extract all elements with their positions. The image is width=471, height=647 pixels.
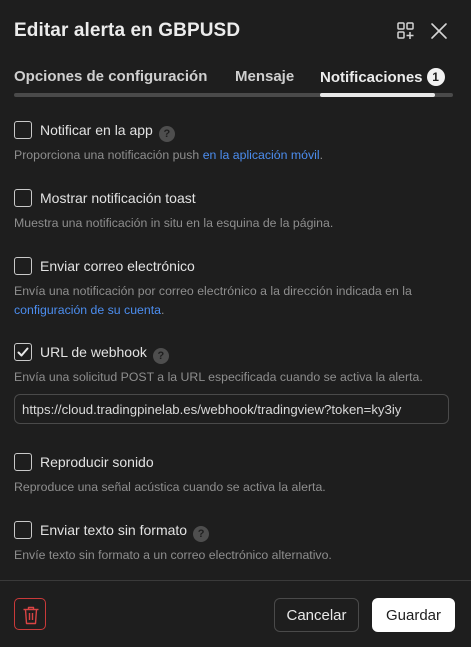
plain-text-label[interactable]: Enviar texto sin formato? (40, 522, 210, 542)
app-notification-label[interactable]: Notificar en la app? (40, 122, 175, 142)
email-label[interactable]: Enviar correo electrónico (40, 258, 195, 274)
email-checkbox[interactable] (14, 257, 32, 275)
option-app-row: Notificar en la app? (14, 121, 454, 142)
option-email-row: Enviar correo electrónico (14, 257, 454, 277)
option-toast-notification: Mostrar notificación toast Muestra una n… (14, 189, 454, 230)
tab-settings[interactable]: Opciones de configuración (14, 68, 207, 85)
tab-bar: Opciones de configuración Mensaje Notifi… (14, 64, 453, 98)
tab-notifications[interactable]: Notificaciones 1 (320, 68, 445, 86)
option-webhook: URL de webhook? Envía una solicitud POST… (14, 343, 454, 424)
trash-icon (23, 606, 39, 625)
close-icon[interactable] (428, 20, 450, 42)
dialog-header: Editar alerta en GBPUSD (14, 0, 457, 64)
add-widget-icon[interactable] (395, 20, 417, 42)
option-email: Enviar correo electrónico Envía una noti… (14, 257, 454, 317)
footer-divider (0, 580, 471, 581)
alert-dialog: Editar alerta en GBPUSD Opciones de conf… (0, 0, 471, 647)
option-plain-text: Enviar texto sin formato? Envíe texto si… (14, 521, 454, 562)
play-sound-checkbox[interactable] (14, 453, 32, 471)
save-button[interactable]: Guardar (372, 598, 455, 632)
option-play-sound: Reproducir sonido Reproduce una señal ac… (14, 453, 454, 494)
plain-text-checkbox[interactable] (14, 521, 32, 539)
option-toast-row: Mostrar notificación toast (14, 189, 454, 209)
option-app-notification: Notificar en la app? Proporciona una not… (14, 121, 454, 162)
webhook-checkbox[interactable] (14, 343, 32, 361)
cancel-button[interactable]: Cancelar (274, 598, 359, 632)
webhook-description: Envía una solicitud POST a la URL especi… (14, 370, 423, 384)
check-icon (17, 347, 29, 357)
mobile-app-link[interactable]: en la aplicación móvil (203, 148, 320, 162)
help-icon[interactable]: ? (193, 526, 210, 542)
tab-message-label: Mensaje (235, 68, 295, 85)
tab-message[interactable]: Mensaje (235, 68, 294, 85)
email-description: Envía una notificación por correo electr… (14, 284, 412, 317)
dialog-title: Editar alerta en GBPUSD (14, 20, 241, 41)
tab-notifications-label: Notificaciones (320, 69, 423, 86)
app-notification-checkbox[interactable] (14, 121, 32, 139)
plain-text-description: Envíe texto sin formato a un correo elec… (14, 548, 332, 562)
option-webhook-row: URL de webhook? (14, 343, 454, 364)
toast-notification-label[interactable]: Mostrar notificación toast (40, 190, 196, 206)
tab-settings-label: Opciones de configuración (14, 68, 208, 85)
toast-notification-description: Muestra una notificación in situ en la e… (14, 216, 334, 230)
option-sound-row: Reproducir sonido (14, 453, 454, 473)
play-sound-description: Reproduce una señal acústica cuando se a… (14, 480, 326, 494)
webhook-label[interactable]: URL de webhook? (40, 344, 169, 364)
help-icon[interactable]: ? (152, 348, 169, 364)
tab-notifications-badge: 1 (426, 68, 445, 86)
play-sound-label[interactable]: Reproducir sonido (40, 454, 154, 470)
account-settings-link[interactable]: configuración de su cuenta (14, 303, 161, 317)
webhook-url-input[interactable] (14, 394, 449, 424)
active-tab-indicator (320, 93, 435, 97)
app-notification-description: Proporciona una notificación push en la … (14, 148, 323, 162)
delete-alert-button[interactable] (14, 598, 46, 630)
toast-notification-checkbox[interactable] (14, 189, 32, 207)
help-icon[interactable]: ? (158, 126, 175, 142)
option-plain-row: Enviar texto sin formato? (14, 521, 454, 542)
